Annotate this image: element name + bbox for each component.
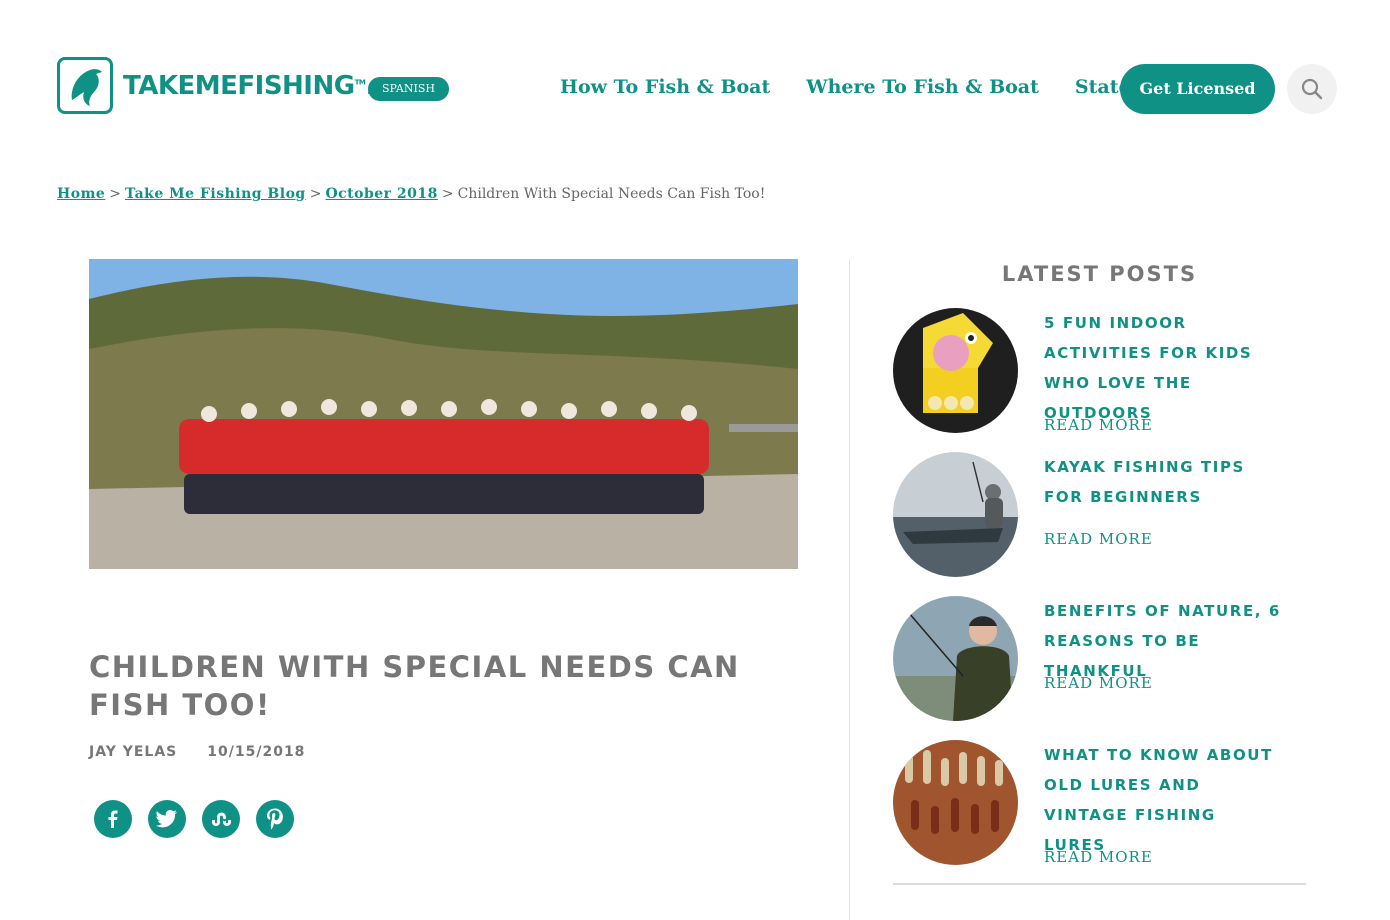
twitter-icon[interactable] xyxy=(148,800,186,838)
article-date: 10/15/2018 xyxy=(207,744,306,760)
spanish-language-button[interactable]: SPANISH xyxy=(368,77,449,101)
facebook-icon[interactable] xyxy=(94,800,132,838)
get-licensed-button[interactable]: Get Licensed xyxy=(1120,64,1275,114)
column-divider xyxy=(849,259,850,920)
pinterest-icon[interactable] xyxy=(256,800,294,838)
post-title-link[interactable]: 5 FUN INDOOR ACTIVITIES FOR KIDS WHO LOV… xyxy=(1044,308,1284,428)
article-hero-image xyxy=(89,259,798,569)
nav-how-to-fish[interactable]: How To Fish & Boat xyxy=(560,76,770,98)
site-logo[interactable]: TAKEMEFISHINGTM.org xyxy=(57,57,415,114)
breadcrumb-blog[interactable]: Take Me Fishing Blog xyxy=(125,186,306,202)
post-thumbnail[interactable] xyxy=(893,596,1018,721)
breadcrumb-month[interactable]: October 2018 xyxy=(325,186,437,202)
latest-post-item[interactable]: KAYAK FISHING TIPS FOR BEGINNERS READ MO… xyxy=(893,452,1306,582)
latest-posts-heading: LATEST POSTS xyxy=(1001,262,1198,286)
read-more-link[interactable]: READ MORE xyxy=(1044,848,1153,866)
post-title-link[interactable]: BENEFITS OF NATURE, 6 REASONS TO BE THAN… xyxy=(1044,596,1284,686)
latest-post-item[interactable]: WHAT TO KNOW ABOUT OLD LURES AND VINTAGE… xyxy=(893,740,1306,870)
stumbleupon-icon[interactable] xyxy=(202,800,240,838)
read-more-link[interactable]: READ MORE xyxy=(1044,530,1153,548)
main-nav: How To Fish & Boat Where To Fish & Boat … xyxy=(560,76,1181,98)
latest-post-item[interactable]: BENEFITS OF NATURE, 6 REASONS TO BE THAN… xyxy=(893,596,1306,726)
breadcrumb-home[interactable]: Home xyxy=(57,186,105,202)
dolphin-logo-icon xyxy=(57,57,113,114)
post-title-link[interactable]: KAYAK FISHING TIPS FOR BEGINNERS xyxy=(1044,452,1284,512)
post-thumbnail[interactable] xyxy=(893,740,1018,865)
post-title-link[interactable]: WHAT TO KNOW ABOUT OLD LURES AND VINTAGE… xyxy=(1044,740,1284,860)
breadcrumb-current: Children With Special Needs Can Fish Too… xyxy=(457,186,766,202)
post-thumbnail[interactable] xyxy=(893,452,1018,577)
article-title: CHILDREN WITH SPECIAL NEEDS CAN FISH TOO… xyxy=(89,650,740,722)
article-author: JAY YELAS xyxy=(89,744,178,760)
latest-post-item[interactable]: 5 FUN INDOOR ACTIVITIES FOR KIDS WHO LOV… xyxy=(893,308,1306,438)
read-more-link[interactable]: READ MORE xyxy=(1044,674,1153,692)
sidebar-divider xyxy=(893,883,1306,885)
search-button[interactable] xyxy=(1287,64,1337,114)
nav-where-to-fish[interactable]: Where To Fish & Boat xyxy=(806,76,1039,98)
social-share xyxy=(94,800,294,838)
search-icon xyxy=(1301,78,1323,100)
breadcrumb: Home > Take Me Fishing Blog > October 2018 > C… xyxy=(57,186,766,202)
read-more-link[interactable]: READ MORE xyxy=(1044,416,1153,434)
post-thumbnail[interactable] xyxy=(893,308,1018,433)
article-meta: JAY YELAS 10/15/2018 xyxy=(89,744,305,760)
